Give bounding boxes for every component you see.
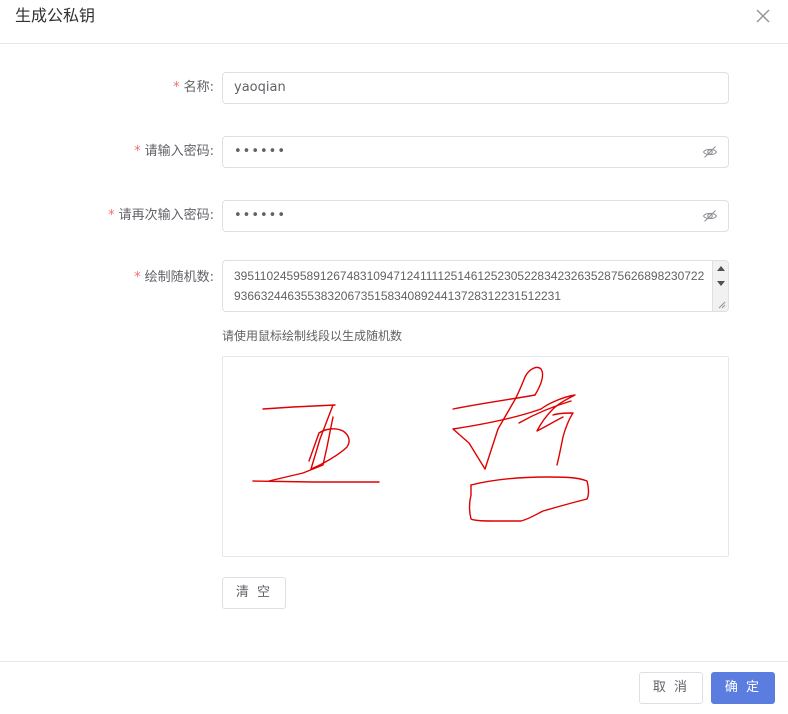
confirm-password-input-value: •••••• xyxy=(234,208,287,223)
name-row: * 名称: yaoqian xyxy=(0,72,788,104)
random-textarea-value: 3951102459589126748310947124111125146125… xyxy=(234,269,705,303)
scroll-up-icon[interactable] xyxy=(717,266,725,271)
password-row: * 请输入密码: •••••• xyxy=(0,136,788,168)
dialog-title: 生成公私钥 xyxy=(15,6,96,25)
scroll-down-icon[interactable] xyxy=(717,281,725,286)
password-input-value: •••••• xyxy=(234,144,287,159)
confirm-password-label: * 请再次输入密码: xyxy=(108,208,214,223)
dialog-footer: 取 消 确 定 xyxy=(0,661,788,714)
draw-hint: 请使用鼠标绘制线段以生成随机数 xyxy=(222,329,403,343)
confirm-password-row: * 请再次输入密码: •••••• xyxy=(0,200,788,232)
required-mark: * xyxy=(173,80,180,95)
name-input-value: yaoqian xyxy=(234,80,286,95)
random-textarea[interactable]: 3951102459589126748310947124111125146125… xyxy=(222,260,729,312)
required-mark: * xyxy=(134,144,141,159)
random-row: * 绘制随机数: 39511024595891267483109471241111… xyxy=(0,260,788,312)
drawing-canvas[interactable] xyxy=(222,356,729,557)
name-input[interactable]: yaoqian xyxy=(222,72,729,104)
name-label: * 名称: xyxy=(173,80,214,95)
resize-handle-icon[interactable] xyxy=(717,300,726,309)
generate-keypair-dialog: 生成公私钥 * 名称: yaoqian * 请输入密码: •••••• * 请再… xyxy=(0,0,788,714)
cancel-button[interactable]: 取 消 xyxy=(639,672,703,704)
eye-off-icon[interactable] xyxy=(702,208,718,224)
close-icon[interactable] xyxy=(754,7,772,25)
dialog-header: 生成公私钥 xyxy=(0,0,788,44)
required-mark: * xyxy=(134,270,141,285)
clear-button[interactable]: 清 空 xyxy=(222,577,286,609)
password-label: * 请输入密码: xyxy=(134,144,214,159)
password-input[interactable]: •••••• xyxy=(222,136,729,168)
confirm-button[interactable]: 确 定 xyxy=(711,672,775,704)
required-mark: * xyxy=(108,208,115,223)
random-label: * 绘制随机数: xyxy=(134,270,214,285)
signature-strokes xyxy=(252,366,590,522)
eye-off-icon[interactable] xyxy=(702,144,718,160)
confirm-password-input[interactable]: •••••• xyxy=(222,200,729,232)
